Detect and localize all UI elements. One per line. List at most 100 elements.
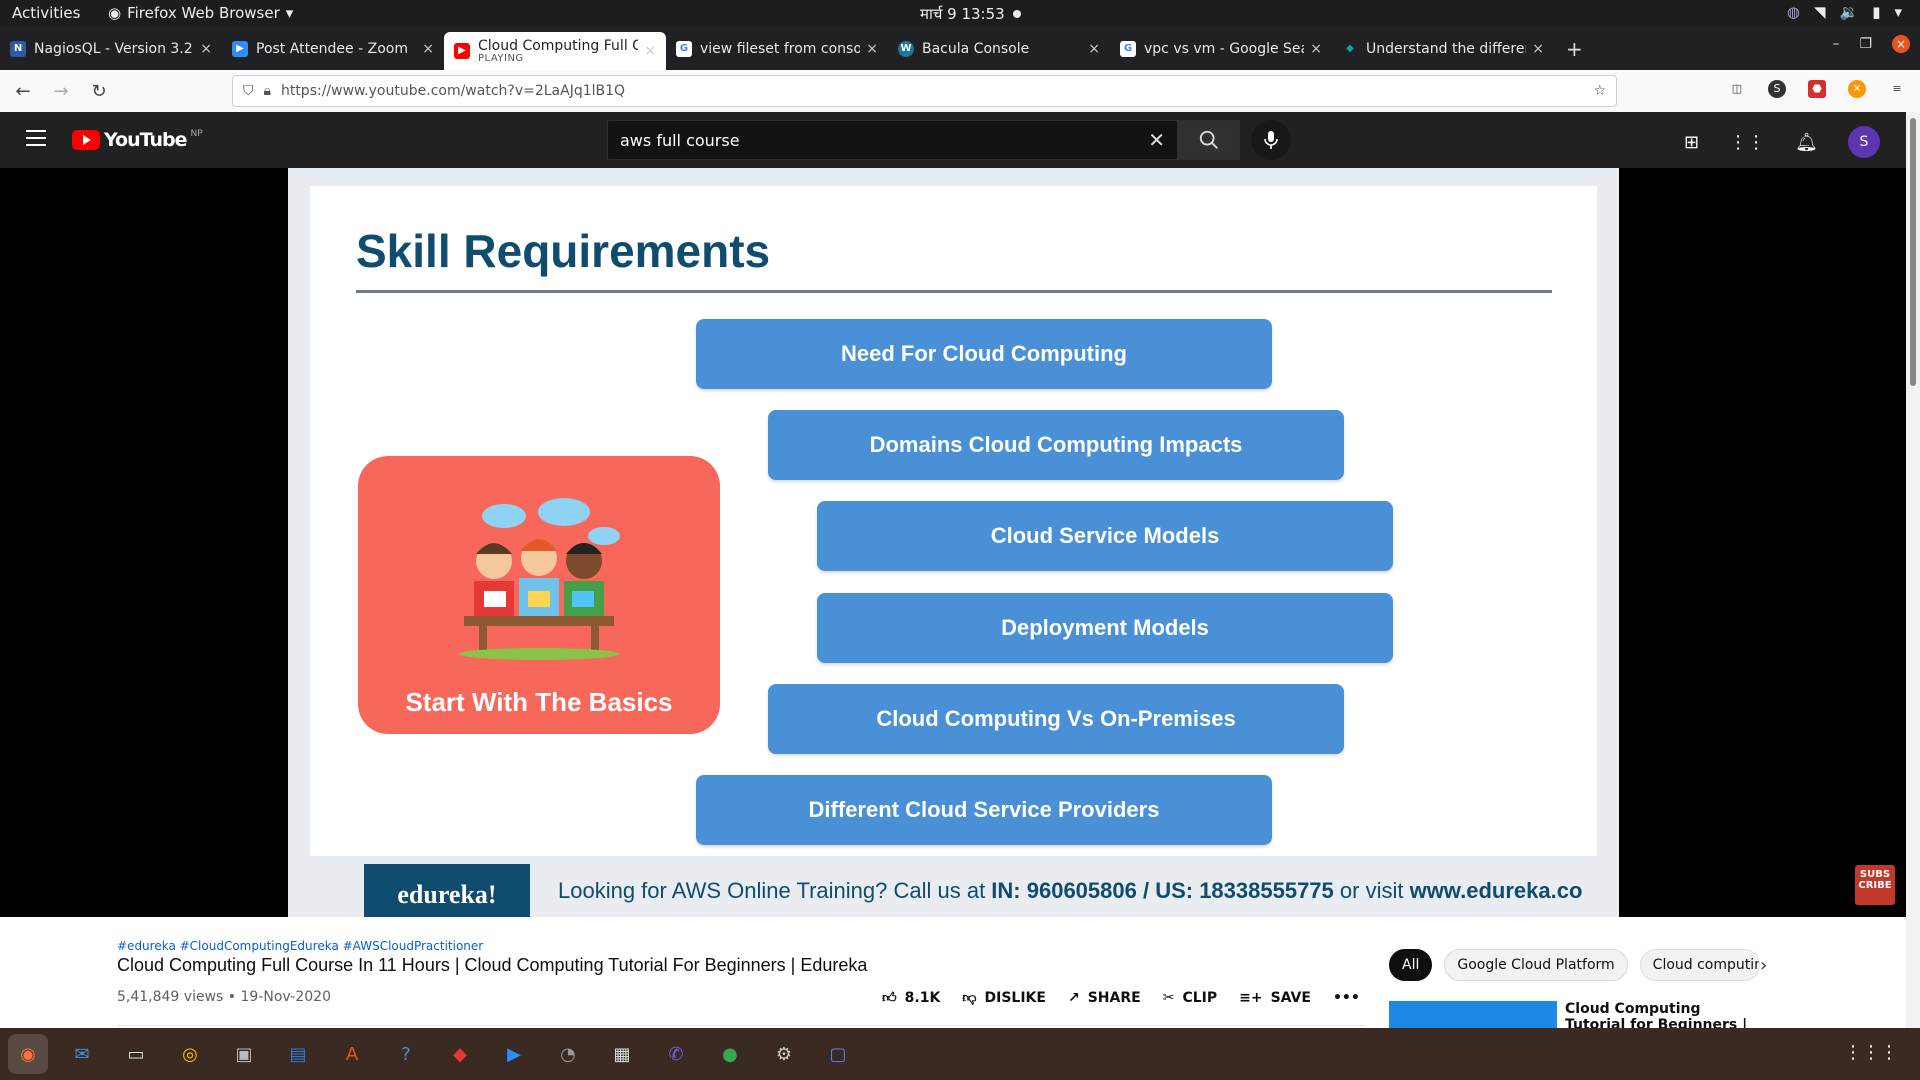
chip-all[interactable]: All (1389, 949, 1433, 981)
hamburger-menu-icon[interactable] (26, 130, 46, 146)
close-icon[interactable]: × (1532, 41, 1544, 57)
bookmark-star-icon[interactable]: ☆ (1593, 83, 1606, 99)
url-text[interactable]: https://www.youtube.com/watch?v=2LaAJq1l… (281, 83, 625, 99)
close-icon[interactable]: × (200, 41, 212, 57)
lock-icon[interactable]: 🔒︎ (264, 83, 271, 99)
search-button[interactable] (1178, 120, 1240, 160)
forward-button[interactable]: → (46, 81, 76, 102)
more-actions-button[interactable]: ••• (1333, 990, 1360, 1006)
close-icon[interactable]: × (866, 41, 878, 57)
reload-button[interactable]: ↻ (84, 81, 114, 102)
window-close-button[interactable]: × (1892, 35, 1910, 53)
viber-icon[interactable]: ✆ (656, 1034, 696, 1074)
activities-button[interactable]: Activities (12, 4, 80, 22)
skill-item: Need For Cloud Computing (696, 319, 1272, 389)
app-menu[interactable]: ◉ Firefox Web Browser ▾ (108, 4, 293, 22)
close-icon[interactable]: × (422, 41, 434, 57)
tab-understand-difference[interactable]: ◆ Understand the differenc × (1332, 31, 1554, 67)
scissors-icon: ✂ (1162, 989, 1175, 1006)
video-hashtags[interactable]: #edureka #CloudComputingEdureka #AWSClou… (117, 939, 483, 953)
basics-card: Start With The Basics (358, 456, 720, 734)
settings-icon[interactable]: ⚙ (764, 1034, 804, 1074)
zoom-icon[interactable]: ▶ (494, 1034, 534, 1074)
save-button[interactable]: ≡+ SAVE (1239, 990, 1311, 1006)
scrollbar-thumb[interactable] (1910, 118, 1916, 386)
tab-view-fileset[interactable]: G view fileset from console × (666, 31, 888, 67)
volume-icon: 🔉 (1839, 3, 1859, 21)
show-applications-icon[interactable]: ⋮⋮⋮ (1844, 1042, 1898, 1063)
restore-button[interactable]: ❐ (1859, 36, 1872, 52)
close-icon[interactable]: × (1310, 41, 1322, 57)
avatar[interactable]: S (1848, 126, 1880, 158)
back-button[interactable]: ← (8, 81, 38, 102)
chip-google-cloud-platform[interactable]: Google Cloud Platform (1444, 949, 1628, 981)
pocket-icon[interactable]: ◫ (1728, 80, 1746, 98)
firefox-icon[interactable]: ◉ (8, 1034, 48, 1074)
thumbs-up-icon: 👍︎ (882, 990, 897, 1006)
tab-label: vpc vs vm - Google Search (1144, 40, 1304, 57)
chip-cloud-computing[interactable]: Cloud computing (1639, 949, 1760, 981)
screenshot-icon[interactable]: ▢ (818, 1034, 858, 1074)
footer-site: www.edureka.co (1409, 878, 1583, 903)
save-label: SAVE (1270, 989, 1311, 1006)
tab-youtube[interactable]: ▶ Cloud Computing Full Co PLAYING × (444, 31, 666, 70)
extension-icon[interactable]: ✕ (1848, 80, 1866, 98)
page-scrollbar[interactable] (1906, 112, 1920, 1028)
slide-divider (356, 290, 1552, 293)
subscribe-watermark[interactable]: SUBS CRIBE (1855, 865, 1895, 905)
notifications-bell-icon[interactable]: 🔔︎ (1795, 132, 1818, 153)
terminal-icon[interactable]: ▣ (224, 1034, 264, 1074)
close-icon[interactable]: × (644, 43, 656, 59)
clock-label: मार्च 9 13:53 (920, 5, 1005, 23)
like-button[interactable]: 👍︎ 8.1K (882, 989, 940, 1007)
menu-icon[interactable]: ≡ (1888, 80, 1906, 98)
thunderbird-icon[interactable]: ✉ (62, 1034, 102, 1074)
tab-zoom[interactable]: ▶ Post Attendee - Zoom × (222, 31, 444, 67)
clip-button[interactable]: ✂ CLIP (1163, 990, 1217, 1006)
slide: Skill Requirements Start With The Basics… (310, 186, 1597, 886)
footer-mid: or visit (1333, 878, 1410, 903)
create-video-icon[interactable]: ⊞ (1684, 132, 1699, 153)
close-icon[interactable]: × (1088, 41, 1100, 57)
minimize-button[interactable]: – (1832, 36, 1839, 52)
url-bar[interactable]: ⛉ 🔒︎ https://www.youtube.com/watch?v=2La… (232, 75, 1617, 107)
shield-icon[interactable]: ⛉ (243, 83, 254, 99)
anydesk-icon[interactable]: ◆ (440, 1034, 480, 1074)
skill-item: Cloud Computing Vs On-Premises (768, 684, 1344, 754)
extension-s-icon[interactable]: S (1768, 80, 1786, 98)
system-tray[interactable]: ◍ ◥ 🔉 ▮ ▾ (1787, 3, 1902, 21)
files-icon[interactable]: ▭ (116, 1034, 156, 1074)
voice-search-button[interactable] (1251, 120, 1291, 160)
google-icon: G (676, 40, 692, 57)
clock[interactable]: मार्च 9 13:53 (920, 4, 1021, 24)
tab-label: Cloud Computing Full Co (478, 37, 639, 54)
youtube-logo[interactable]: YouTube NP (72, 129, 203, 151)
video-player[interactable]: Skill Requirements Start With The Basics… (0, 168, 1906, 925)
site-icon: ◆ (1346, 43, 1354, 54)
calendar-icon[interactable]: ▦ (602, 1034, 642, 1074)
help-icon[interactable]: ? (386, 1034, 426, 1074)
youtube-play-icon (72, 130, 100, 150)
chevron-right-icon[interactable]: › (1760, 955, 1767, 976)
clip-label: CLIP (1182, 989, 1218, 1006)
recommended-video-thumbnail[interactable] (1389, 1001, 1557, 1028)
share-button[interactable]: ↗ SHARE (1068, 990, 1141, 1006)
rhythmbox-icon[interactable]: ◎ (170, 1034, 210, 1074)
wifi-icon: ◥ (1813, 3, 1826, 21)
dislike-button[interactable]: 👎︎ DISLIKE (962, 989, 1046, 1007)
adblock-icon[interactable]: ⬣ (1808, 80, 1826, 98)
chrome-icon[interactable]: ● (710, 1034, 750, 1074)
battery-icon: ▮ (1872, 3, 1881, 21)
tab-vpc-vs-vm[interactable]: G vpc vs vm - Google Search × (1110, 31, 1332, 67)
clear-search-icon[interactable]: ✕ (1148, 128, 1165, 152)
youtube-icon: ▶ (454, 42, 470, 59)
clock-app-icon[interactable]: ◔ (548, 1034, 588, 1074)
software-center-icon[interactable]: A (332, 1034, 372, 1074)
video-actions: 👍︎ 8.1K 👎︎ DISLIKE ↗ SHARE ✂ CLIP ≡+ SAVE ••• (882, 989, 1360, 1007)
tab-nagiosql[interactable]: N NagiosQL - Version 3.2.0 × (0, 31, 222, 67)
writer-icon[interactable]: ▤ (278, 1034, 318, 1074)
apps-grid-icon[interactable]: ⋮⋮ (1729, 132, 1765, 153)
search-input[interactable]: aws full course ✕ (607, 120, 1178, 160)
tab-bacula[interactable]: W Bacula Console × (888, 31, 1110, 67)
new-tab-button[interactable]: + (1566, 37, 1583, 61)
